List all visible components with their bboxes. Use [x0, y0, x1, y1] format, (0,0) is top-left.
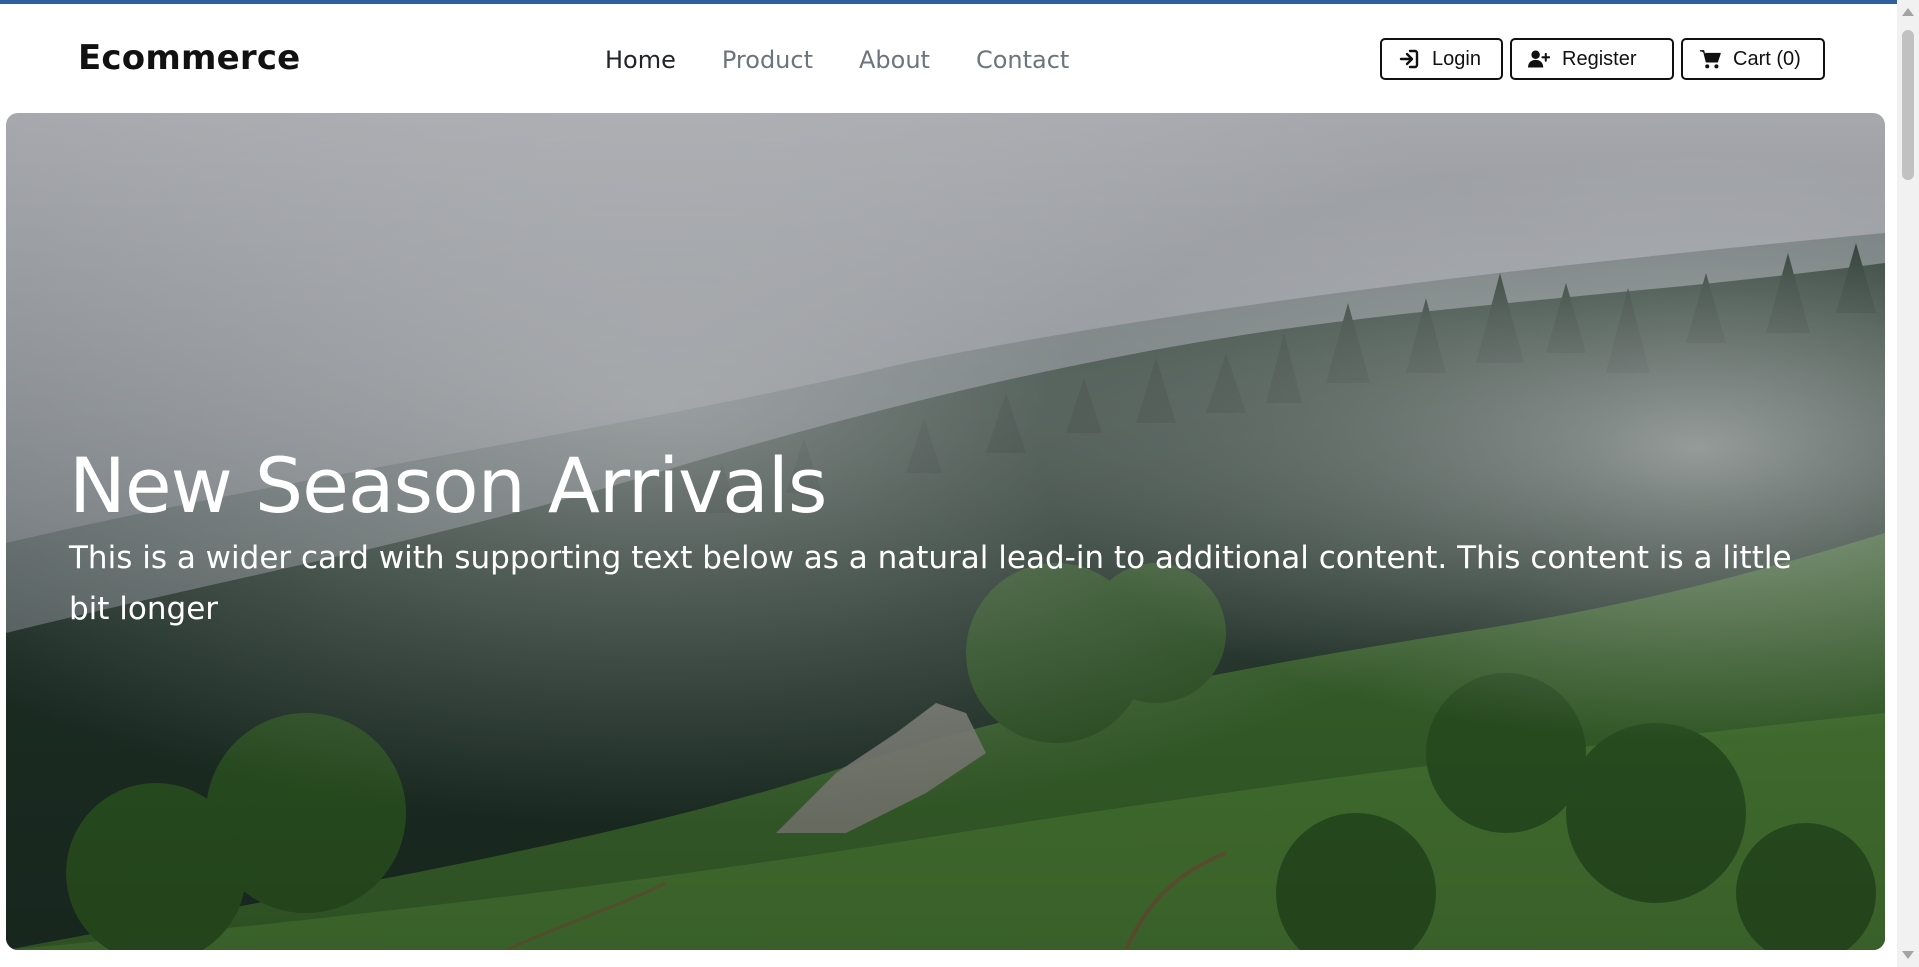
scroll-thumb[interactable] [1902, 30, 1914, 180]
nav-link-home[interactable]: Home [605, 46, 676, 74]
nav-link-product[interactable]: Product [722, 46, 813, 74]
page: Ecommerce Home Product About Contact Log… [0, 4, 1897, 967]
scroll-down-icon[interactable] [1902, 951, 1914, 959]
navbar: Ecommerce Home Product About Contact Log… [0, 4, 1897, 112]
scroll-up-icon[interactable] [1902, 8, 1914, 16]
nav-link-contact[interactable]: Contact [976, 46, 1069, 74]
register-button[interactable]: Register [1510, 38, 1674, 80]
shopping-cart-icon [1699, 48, 1721, 70]
sign-in-icon [1398, 48, 1420, 70]
hero-banner: New Season Arrivals This is a wider card… [6, 113, 1885, 950]
user-plus-icon [1528, 48, 1550, 70]
nav-link-about[interactable]: About [859, 46, 930, 74]
hero-description: This is a wider card with supporting tex… [69, 540, 1792, 627]
brand-logo[interactable]: Ecommerce [78, 38, 300, 78]
login-button[interactable]: Login [1380, 38, 1503, 80]
nav-actions: Login Register Cart (0) [1380, 38, 1825, 80]
hero-background-image [6, 113, 1885, 950]
hero-title: New Season Arrivals [69, 441, 827, 530]
login-label: Login [1432, 47, 1481, 70]
cart-button[interactable]: Cart (0) [1681, 38, 1825, 80]
page-scrollbar[interactable] [1897, 0, 1919, 967]
cart-label: Cart (0) [1733, 47, 1801, 70]
register-label: Register [1562, 47, 1637, 70]
nav-links: Home Product About Contact [605, 46, 1069, 74]
